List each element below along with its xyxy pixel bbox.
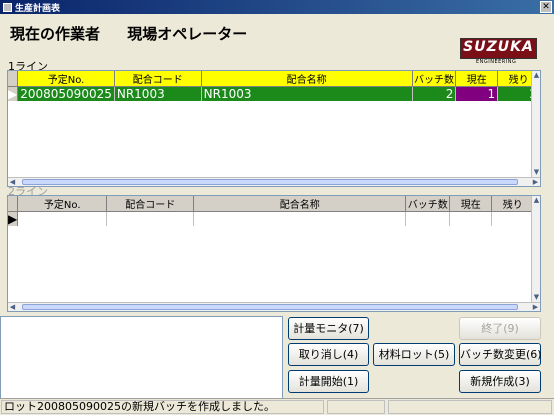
line1-grid[interactable]: 予定No. 配合コード 配合名称 バッチ数 現在 残り ▶ 2008050900… [7,70,541,187]
status-pane-3 [388,400,552,414]
line1-horizontal-scrollbar[interactable]: ◀ ▶ [8,177,540,186]
line2-horizontal-scrollbar[interactable]: ◀ ▶ [8,302,540,311]
scroll-down-icon[interactable]: ▼ [532,293,540,302]
row-pointer-icon: ▶ [8,86,19,101]
current-worker-label: 現在の作業者 [10,25,101,43]
window-title: 生産計画表 [15,3,61,14]
status-pane-2 [327,400,385,414]
scroll-up-icon[interactable]: ▲ [532,71,540,80]
status-message: ロット200805090025の新規バッチを作成しました。 [1,400,324,414]
cancel-button[interactable]: 取り消し(4) [288,343,369,366]
cell-compound-code[interactable]: NR1003 [114,86,202,101]
col-current[interactable]: 現在 [455,71,499,87]
message-textarea[interactable] [0,316,283,400]
logo-subtext: ENGINEERING [476,59,517,65]
cell-remaining[interactable] [491,211,535,226]
new-create-button[interactable]: 新規作成(3) [459,370,541,393]
col-compound-code[interactable]: 配合コード [114,71,202,87]
table-row[interactable]: ▶ [8,211,535,226]
col-current[interactable]: 現在 [449,196,493,212]
line2-vertical-scrollbar[interactable]: ▲ ▼ [531,196,540,302]
scroll-right-icon[interactable]: ▶ [531,178,540,186]
col-batch-count[interactable]: バッチ数 [405,196,451,212]
current-worker-value: 現場オペレーター [127,25,248,43]
line2-header-row: 予定No. 配合コード 配合名称 バッチ数 現在 残り [8,196,535,212]
line1-vertical-scrollbar[interactable]: ▲ ▼ [531,71,540,177]
scroll-down-icon[interactable]: ▼ [532,168,540,177]
col-compound-code[interactable]: 配合コード [106,196,195,212]
cell-plan-no[interactable] [17,211,108,226]
material-lot-button[interactable]: 材料ロット(5) [373,343,455,366]
cell-batch-count[interactable]: 2 [412,86,457,101]
line1-table: 予定No. 配合コード 配合名称 バッチ数 現在 残り ▶ 2008050900… [8,71,540,101]
close-button[interactable]: ✕ [540,1,552,13]
current-worker-row: 現在の作業者 現場オペレーター [10,23,269,44]
col-compound-name[interactable]: 配合名称 [193,196,407,212]
start-weighing-button[interactable]: 計量開始(1) [288,370,369,393]
cell-compound-name[interactable] [193,211,407,226]
company-logo: SUZUKA [460,38,537,59]
cell-plan-no[interactable]: 200805090025 [17,86,115,101]
change-batch-count-button[interactable]: バッチ数変更(6) [459,343,542,366]
weigh-monitor-button[interactable]: 計量モニタ(7) [288,317,369,340]
logo-text: SUZUKA [463,39,534,55]
line2-table: 予定No. 配合コード 配合名称 バッチ数 現在 残り ▶ [8,196,535,226]
cell-compound-code[interactable] [106,211,195,226]
col-remaining[interactable]: 残り [491,196,535,212]
col-batch-count[interactable]: バッチ数 [412,71,457,87]
table-row[interactable]: ▶ 200805090025 NR1003 NR1003 2 1 2 [8,86,540,101]
col-plan-no[interactable]: 予定No. [17,71,115,87]
col-plan-no[interactable]: 予定No. [17,196,108,212]
status-bar: ロット200805090025の新規バッチを作成しました。 [0,398,554,415]
end-button[interactable]: 終了(9) [459,317,541,340]
cell-batch-count[interactable] [405,211,451,226]
scroll-right-icon[interactable]: ▶ [531,303,540,311]
line2-grid[interactable]: 予定No. 配合コード 配合名称 バッチ数 現在 残り ▶ ▲ ▼ ◀ ▶ [7,195,541,312]
cell-current[interactable] [449,211,493,226]
app-icon [3,2,12,12]
scroll-up-icon[interactable]: ▲ [532,196,540,205]
line1-header-row: 予定No. 配合コード 配合名称 バッチ数 現在 残り [8,71,540,87]
scroll-left-icon[interactable]: ◀ [8,303,17,311]
cell-compound-name[interactable]: NR1003 [201,86,413,101]
col-compound-name[interactable]: 配合名称 [201,71,413,87]
row-pointer-icon: ▶ [8,211,19,226]
main-window: 現在の作業者 現場オペレーター SUZUKA ENGINEERING 1ライン … [0,14,554,415]
scroll-thumb[interactable] [22,304,518,310]
title-bar: 生産計画表 ✕ [0,0,554,14]
cell-current[interactable]: 1 [455,86,499,101]
scroll-thumb[interactable] [22,179,518,185]
